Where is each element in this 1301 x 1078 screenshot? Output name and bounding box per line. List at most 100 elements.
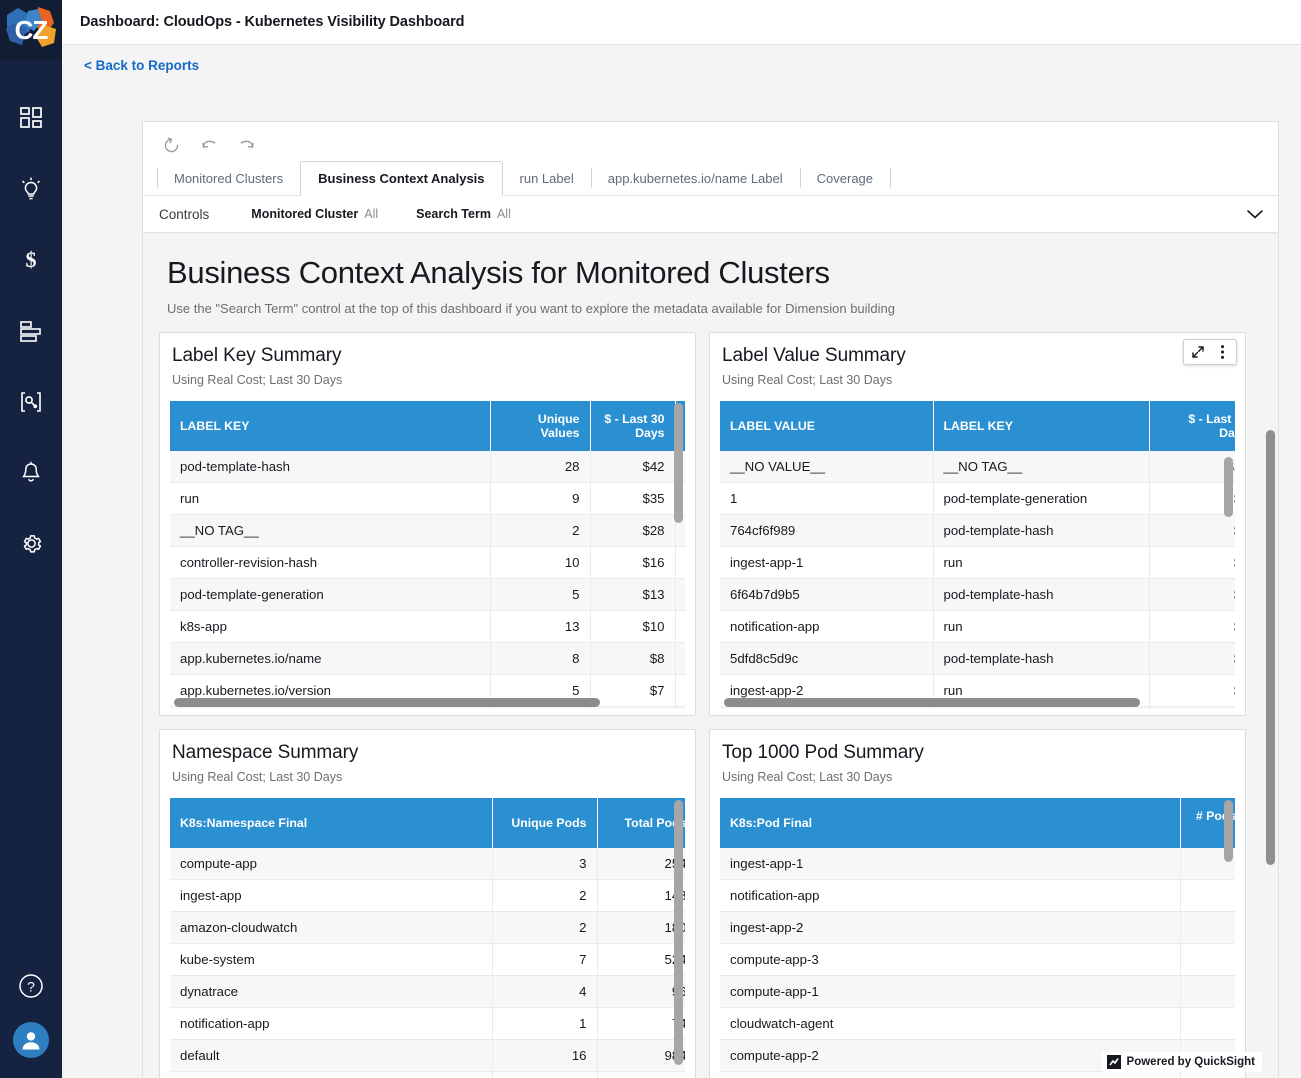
controls-collapse-button[interactable] — [1246, 208, 1264, 220]
column-header-label-key[interactable]: LABEL KEY — [933, 401, 1150, 452]
tab-app-kubernetes-io-name-label[interactable]: app.kubernetes.io/name Label — [590, 161, 800, 195]
table-horizontal-scrollbar[interactable] — [174, 698, 669, 708]
table-row[interactable]: notification-app74 — [720, 879, 1235, 913]
table-vertical-scrollbar[interactable] — [1224, 798, 1233, 1068]
table-row[interactable]: 5dfd8c5d9cpod-template-hash$5 — [720, 642, 1235, 676]
table-row[interactable]: __NO TAG__ 2 $28 — [170, 514, 685, 548]
visuals-grid: Label Key Summary Using Real Cost; Last … — [143, 332, 1246, 1078]
scrollbar-thumb[interactable] — [1266, 430, 1275, 866]
table-vertical-scrollbar[interactable] — [1224, 401, 1233, 695]
table-row[interactable]: notification-apprun$5 — [720, 610, 1235, 644]
table-row[interactable]: run 9 $35 — [170, 482, 685, 516]
table-row[interactable]: ingest-app-1run$5 — [720, 546, 1235, 580]
column-header-total-pods[interactable]: Total Pods — [597, 798, 685, 849]
column-header-cost-last-30-days[interactable]: $ - Last 30 Days — [1149, 401, 1235, 452]
cell-pod: ingest-app-2 — [720, 911, 1181, 945]
tab-business-context-analysis[interactable]: Business Context Analysis — [300, 161, 503, 196]
sidebar-item-alerts[interactable] — [0, 437, 62, 508]
table-row[interactable]: cloudzero-metrics124 — [170, 1071, 685, 1078]
redo-button[interactable] — [233, 131, 261, 159]
table-row[interactable]: controller-revision-hash 10 $16 — [170, 546, 685, 580]
column-header-cost-last-30-days[interactable]: $ - Last 30 Days — [590, 401, 676, 452]
sheet-vertical-scrollbar[interactable] — [1266, 430, 1275, 1070]
table-vertical-scrollbar[interactable] — [674, 401, 683, 695]
main-column: Dashboard: CloudOps - Kubernetes Visibil… — [62, 0, 1301, 1078]
quicksight-chart-icon — [1108, 1058, 1119, 1066]
table-row[interactable]: kube-system7524 — [170, 943, 685, 977]
cell-cost: $6 — [1149, 482, 1235, 516]
table-vertical-scrollbar[interactable] — [674, 798, 683, 1068]
cell-cost: $5 — [1149, 546, 1235, 580]
table-row[interactable]: dynatrace496 — [170, 975, 685, 1009]
control-monitored-cluster[interactable]: Monitored Cluster All — [251, 207, 378, 221]
cell-namespace: notification-app — [170, 1007, 493, 1041]
sidebar-item-budgets[interactable] — [0, 295, 62, 366]
table-row[interactable]: app.kubernetes.io/name 8 $8 — [170, 642, 685, 676]
cell-pod: kube-proxy — [720, 1071, 1181, 1078]
tab-monitored-clusters[interactable]: Monitored Clusters — [157, 161, 300, 195]
tab-coverage[interactable]: Coverage — [799, 161, 890, 195]
table-row[interactable]: pod-template-generation 5 $13 — [170, 578, 685, 612]
reset-button[interactable] — [157, 131, 185, 159]
table-row[interactable]: notification-app174 — [170, 1007, 685, 1041]
table-row[interactable]: ingest-app-274 — [720, 911, 1235, 945]
cell-cost: $8 — [590, 642, 676, 676]
sidebar-item-explorer[interactable] — [0, 366, 62, 437]
table-row[interactable]: 6f64b7d9b5pod-template-hash$5 — [720, 578, 1235, 612]
table-row[interactable]: compute-app-190 — [720, 975, 1235, 1009]
label-value-table: LABEL VALUE LABEL KEY $ - Last 30 Days _ — [720, 401, 1235, 710]
page-title: Dashboard: CloudOps - Kubernetes Visibil… — [80, 14, 465, 30]
sidebar-item-dashboards[interactable] — [0, 82, 62, 153]
sidebar-item-settings[interactable] — [0, 508, 62, 579]
undo-icon — [202, 140, 216, 148]
table-scroll-wrap[interactable]: LABEL KEY Unique Values $ - Last 30 Days… — [170, 401, 685, 710]
tab-run-label[interactable]: run Label — [503, 161, 591, 195]
cell-label-key: pod-template-generation — [170, 578, 491, 612]
table-row[interactable]: compute-app-374 — [720, 943, 1235, 977]
sheet-scroll-region[interactable]: Business Context Analysis for Monitored … — [143, 233, 1278, 1078]
cell-pod: compute-app-1 — [720, 975, 1181, 1009]
table-row[interactable]: pod-template-hash 28 $42 — [170, 451, 685, 484]
column-header-pod-final[interactable]: K8s:Pod Final — [720, 798, 1181, 849]
column-header-namespace-final[interactable]: K8s:Namespace Final — [170, 798, 493, 849]
table-horizontal-scrollbar[interactable] — [724, 698, 1219, 708]
table-row[interactable]: __NO VALUE____NO TAG__$28 — [720, 451, 1235, 484]
expand-arrows-icon — [1192, 346, 1204, 358]
table-row[interactable]: ingest-app-174 — [720, 848, 1235, 881]
table-row[interactable]: cloudwatch-agent90 — [720, 1007, 1235, 1041]
sidebar-item-cost[interactable]: $ — [0, 224, 62, 295]
table-row[interactable]: 764cf6f989pod-template-hash$5 — [720, 514, 1235, 548]
table-row[interactable]: compute-app3254 — [170, 848, 685, 881]
table-row[interactable]: 1pod-template-generation$6 — [720, 482, 1235, 516]
namespace-table: K8s:Namespace Final Unique Pods Total Po… — [170, 798, 685, 1078]
table-row[interactable]: default16984 — [170, 1039, 685, 1073]
table-row[interactable]: ingest-app2148 — [170, 879, 685, 913]
sidebar-item-insights[interactable] — [0, 153, 62, 224]
tab-label: Coverage — [816, 170, 874, 186]
undo-button[interactable] — [195, 131, 223, 159]
table-scroll-wrap[interactable]: K8s:Namespace Final Unique Pods Total Po… — [170, 798, 685, 1078]
table-scroll-wrap[interactable]: K8s:Pod Final # Pods - Last 30 Days inge… — [720, 798, 1235, 1078]
visual-menu-button[interactable] — [1211, 342, 1233, 362]
expand-button[interactable] — [1187, 342, 1209, 362]
table-row[interactable]: kube-proxy114 — [720, 1071, 1235, 1078]
column-header-unique-pods[interactable]: Unique Pods — [492, 798, 598, 849]
cell-total-pods: 984 — [597, 1039, 685, 1073]
cell-label-key: k8s-app — [170, 610, 491, 644]
column-header-unique-values[interactable]: Unique Values — [490, 401, 591, 452]
table-row[interactable]: amazon-cloudwatch2180 — [170, 911, 685, 945]
app-logo[interactable]: CZ — [0, 0, 62, 60]
cell-total-pods: 180 — [597, 911, 685, 945]
column-header-label-key[interactable]: LABEL KEY — [170, 401, 491, 452]
cell-unique-values: 13 — [490, 610, 591, 644]
tab-label: run Label — [519, 170, 574, 186]
help-button[interactable]: ? — [0, 950, 62, 1022]
cell-label-value: 6f64b7d9b5 — [720, 578, 934, 612]
table-body: ingest-app-174 notification-app74 ingest… — [720, 848, 1235, 1078]
table-row[interactable]: k8s-app 13 $10 — [170, 610, 685, 644]
control-search-term[interactable]: Search Term All — [416, 207, 511, 221]
avatar[interactable] — [13, 1022, 49, 1058]
column-header-label-value[interactable]: LABEL VALUE — [720, 401, 934, 452]
table-scroll-wrap[interactable]: LABEL VALUE LABEL KEY $ - Last 30 Days _ — [720, 401, 1235, 710]
back-to-reports-link[interactable]: < Back to Reports — [62, 45, 199, 83]
